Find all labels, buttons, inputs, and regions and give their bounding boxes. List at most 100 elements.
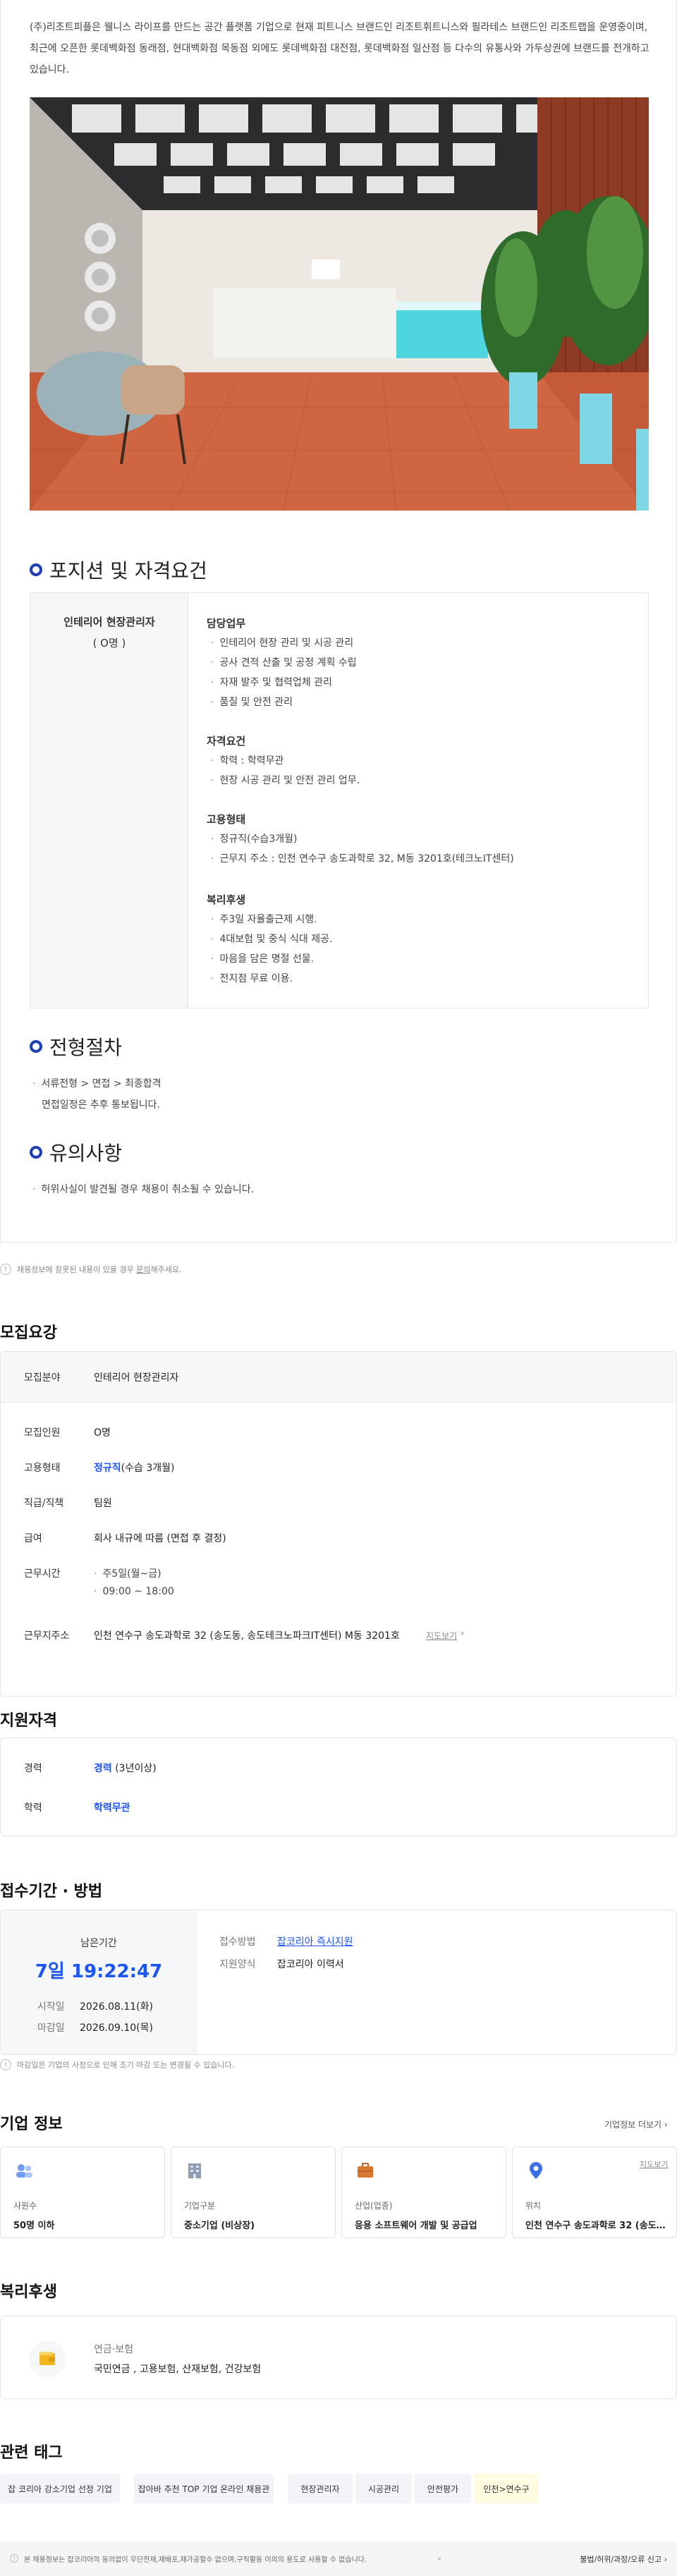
qualification-title: 지원자격 <box>0 1712 57 1730</box>
apply-card: 남은기간 7일 19:22:47 시작일 2026.08.11(화) 마감일 2… <box>0 1910 677 2055</box>
remaining-label: 남은기간 <box>80 1938 117 1949</box>
salary-label: 급여 <box>24 1533 42 1544</box>
report-note: ! 채용정보에 잘못된 내용이 있을 경우 문의해주세요. <box>0 1264 182 1275</box>
position-section-title: 포지션 및 자격요건 <box>30 556 207 584</box>
duty-item: 인테리어 현장 관리 및 시공 관리 <box>211 635 353 649</box>
work-address-label: 근무지주소 <box>24 1630 70 1642</box>
qualification-card: 경력 경력 (3년이상) 학력 학력무관 <box>0 1738 677 1836</box>
career-value: 경력 (3년이상) <box>94 1763 157 1774</box>
start-label: 시작일 <box>37 2001 65 2013</box>
rank-label: 직급/직책 <box>24 1498 64 1509</box>
location-map-link[interactable]: 지도보기 <box>640 2159 668 2170</box>
footer-bar: ! 본 채용정보는 잡코리아의 동의없이 무단전재,재배포,재가공할수 없으며,… <box>0 2541 677 2576</box>
form-label: 지원양식 <box>219 1959 256 1970</box>
benefit-item: 마음을 담은 명절 선물. <box>211 951 314 965</box>
company-card-location: 지도보기 위치 인천 연수구 송도과학로 32 (송도동, 송도테크노파크IT센… <box>512 2147 677 2238</box>
field-label: 모집분야 <box>24 1372 61 1384</box>
end-date: 2026.09.10(목) <box>80 2022 153 2034</box>
building-icon <box>188 2163 201 2178</box>
method-label: 접수방법 <box>219 1936 256 1948</box>
job-description-box: (주)리조트피플은 웰니스 라이프를 만드는 공간 플랫폼 기업으로 현재 피트… <box>0 0 677 1243</box>
process-section-title: 전형절차 <box>30 1032 122 1061</box>
benefit-item: 전지점 무료 이용. <box>211 971 293 985</box>
section-circle-icon <box>30 563 42 576</box>
wallet-icon <box>39 2352 55 2365</box>
tag-chip[interactable]: 잡아바 추천 TOP 기업 온라인 채용관 <box>134 2474 274 2503</box>
field-value: 인테리어 현장관리자 <box>94 1372 179 1384</box>
tag-chip[interactable]: 시공관리 <box>355 2474 412 2503</box>
form-value: 잡코리아 이력서 <box>277 1959 344 1970</box>
welfare-card: 연금·보험 국민연금 , 고용보험, 산재보험, 건강보험 <box>0 2316 677 2399</box>
location-label: 위치 <box>525 2201 542 2211</box>
location-value: 인천 연수구 송도과학로 32 (송도동, 송도테크노파크IT센터) <box>525 2221 670 2231</box>
work-hours-value: 09:00 ~ 18:00 <box>94 1586 173 1597</box>
company-title: 기업 정보 <box>0 2116 63 2133</box>
company-card-industry: 산업(업종) 응용 소프트웨어 개발 및 공급업 <box>341 2147 506 2238</box>
company-more-link[interactable]: 기업정보 더보기 › <box>604 2118 668 2130</box>
deadline-note: ! 마감일은 기업의 사정으로 인해 조기 마감 또는 변경될 수 있습니다. <box>0 2059 234 2070</box>
career-label: 경력 <box>24 1763 42 1774</box>
work-days-value: 주5일(월~금) <box>94 1566 161 1580</box>
rank-value: 팀원 <box>94 1498 112 1509</box>
industry-value: 응용 소프트웨어 개발 및 공급업 <box>355 2221 477 2231</box>
chevron-right-icon: › <box>461 1628 465 1639</box>
position-name-cell: 인테리어 현장관리자 ( O명 ) <box>30 593 188 1008</box>
info-icon: ! <box>0 1264 11 1275</box>
position-name: 인테리어 현장관리자 <box>63 616 155 628</box>
tag-chip[interactable]: 현장관리자 <box>288 2474 353 2503</box>
employees-label: 사원수 <box>13 2201 37 2211</box>
duty-item: 자재 발주 및 협력업체 관리 <box>211 675 331 689</box>
education-value: 학력무관 <box>94 1802 130 1814</box>
education-label: 학력 <box>24 1802 42 1814</box>
apply-method-link[interactable]: 잡코리아 즉시지원 <box>277 1934 353 1948</box>
tag-chip[interactable]: 안전평가 <box>415 2474 471 2503</box>
briefcase-icon <box>358 2163 373 2178</box>
map-view-link[interactable]: 지도보기 <box>426 1630 457 1642</box>
duty-item: 품질 및 안전 관리 <box>211 695 293 709</box>
info-icon: ! <box>10 2554 18 2563</box>
remaining-time: 7일 19:22:47 <box>35 1961 163 1982</box>
benefits-title: 복리후생 <box>207 893 246 906</box>
people-icon <box>16 2164 32 2178</box>
report-abuse-link[interactable]: 불법/허위/과장/오류 신고 › <box>580 2553 667 2565</box>
employment-label: 고용형태 <box>24 1463 61 1474</box>
headcount-value: O명 <box>94 1427 111 1439</box>
requirement-item: 현장 시공 관리 및 안전 관리 업무. <box>211 773 360 787</box>
info-icon: ! <box>0 2059 11 2070</box>
tag-chip[interactable]: 인천>연수구 <box>474 2474 539 2503</box>
start-date: 2026.08.11(화) <box>80 2001 153 2013</box>
headcount-label: 모집인원 <box>24 1427 61 1439</box>
duties-title: 담당업무 <box>207 617 246 630</box>
apply-title: 접수기간 · 방법 <box>0 1883 103 1900</box>
report-inquiry-link[interactable]: 문의 <box>136 1265 150 1274</box>
work-hours-label: 근무시간 <box>24 1568 61 1580</box>
end-label: 마감일 <box>37 2022 65 2034</box>
industry-label: 산업(업종) <box>355 2201 393 2211</box>
footer-notice: 본 채용정보는 잡코리아의 동의없이 무단전재,재배포,재가공할수 없으며,구직… <box>24 2556 367 2564</box>
employment-type-item: 정규직(수습3개월) <box>211 831 297 846</box>
section-circle-icon <box>30 1040 42 1053</box>
welfare-value: 국민연금 , 고용보험, 산재보험, 건강보험 <box>94 2364 262 2375</box>
caution-item: 허위사실이 발견될 경우 채용이 취소될 수 있습니다. <box>32 1182 254 1196</box>
employees-value: 50명 이하 <box>13 2221 55 2231</box>
process-steps: 서류전형 > 면접 > 최종합격 <box>32 1076 161 1090</box>
location-pin-icon <box>530 2162 542 2179</box>
requirement-item: 학력 : 학력무관 <box>211 753 283 767</box>
welfare-label: 연금·보험 <box>94 2344 133 2355</box>
office-interior-photo <box>30 97 649 511</box>
welfare-title: 복리후생 <box>0 2283 57 2301</box>
company-card-type: 기업구분 중소기업 (비상장) <box>171 2147 336 2238</box>
company-card-employees: 사원수 50명 이하 <box>0 2147 165 2238</box>
salary-value: 회사 내규에 따름 (면접 후 결정) <box>94 1533 226 1544</box>
company-type-value: 중소기업 (비상장) <box>184 2221 255 2231</box>
section-circle-icon <box>30 1146 42 1159</box>
employment-value: 정규직(수습 3개월) <box>94 1463 175 1474</box>
employment-type-item: 근무지 주소 : 인천 연수구 송도과학로 32, M동 3201호(테크노IT… <box>211 851 513 865</box>
job-posting-page: (주)리조트피플은 웰니스 라이프를 만드는 공간 플랫폼 기업으로 현재 피트… <box>0 0 677 2576</box>
caution-section-title: 유의사항 <box>30 1138 122 1166</box>
chevron-down-icon[interactable]: ⌄ <box>436 2552 443 2562</box>
duty-item: 공사 견적 산출 및 공정 계획 수립 <box>211 655 356 669</box>
employment-type-title: 고용형태 <box>207 813 246 826</box>
benefit-item: 4대보험 및 중식 식대 제공. <box>211 932 332 946</box>
tag-chip[interactable]: 잡 코리아 강소기업 선정 기업 <box>0 2474 120 2503</box>
